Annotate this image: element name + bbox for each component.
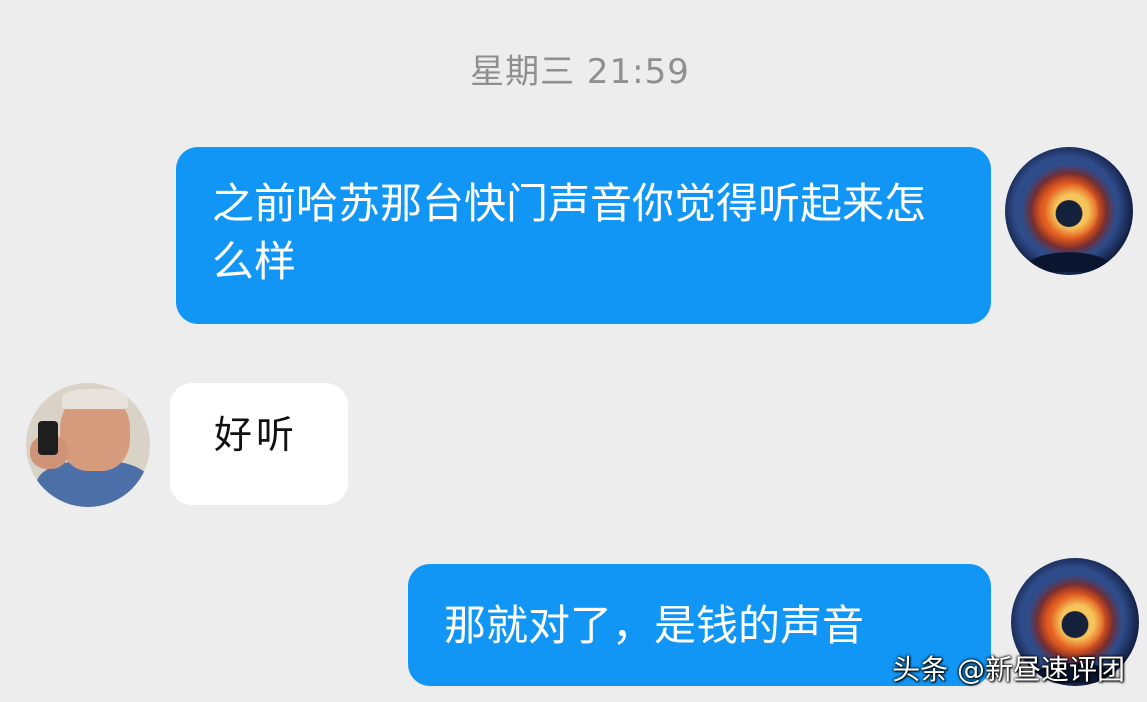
message-text: 之前哈苏那台快门声音你觉得听起来怎么样 (212, 179, 927, 286)
avatar-hair (62, 389, 128, 409)
watermark: 头条 @新昼速评团 (892, 653, 1125, 686)
message-text: 那就对了，是钱的声音 (444, 601, 865, 650)
message-bubble-outgoing[interactable]: 之前哈苏那台快门声音你觉得听起来怎么样 (176, 147, 991, 324)
message-bubble-incoming[interactable]: 好听 (170, 383, 348, 505)
contact-avatar[interactable] (26, 383, 150, 507)
my-avatar[interactable] (1005, 147, 1133, 275)
chat-timestamp: 星期三 21:59 (470, 52, 690, 92)
avatar-phone (38, 421, 58, 455)
message-text: 好听 (214, 413, 299, 457)
